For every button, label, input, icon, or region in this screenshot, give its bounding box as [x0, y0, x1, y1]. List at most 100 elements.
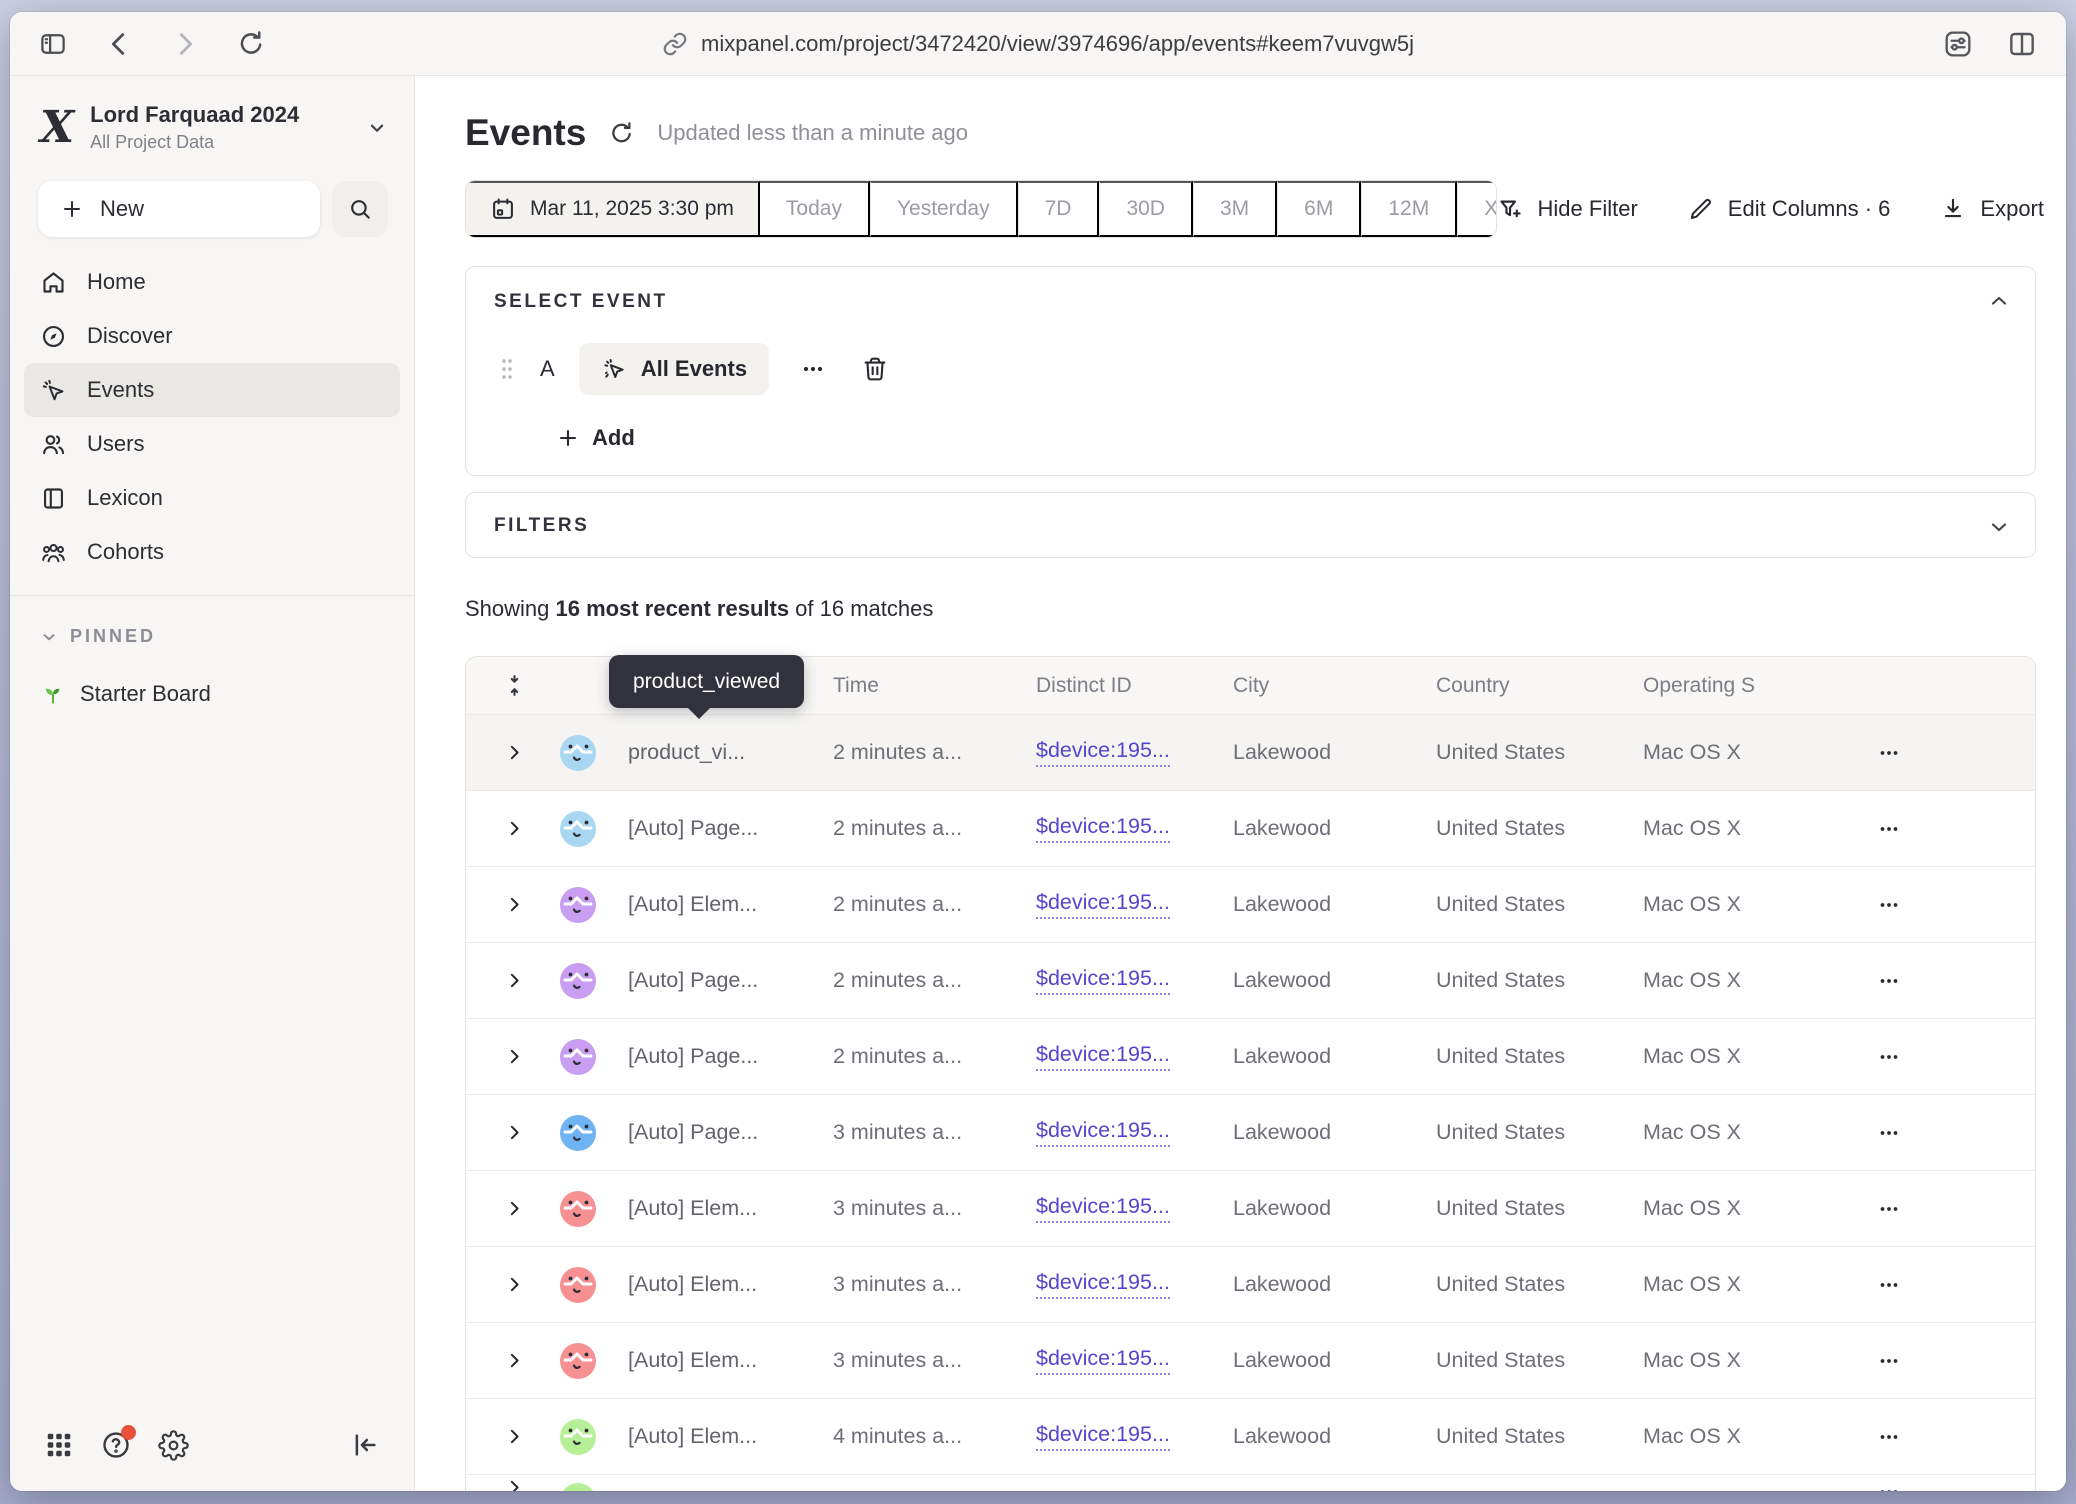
row-more-options-icon[interactable] [1872, 812, 1906, 846]
expand-row-chevron-icon[interactable] [502, 968, 528, 993]
sidebar-item-cohorts[interactable]: Cohorts [24, 525, 400, 579]
col-header-os[interactable]: Operating S [1643, 674, 1868, 698]
row-more-options-icon[interactable] [1872, 1475, 1906, 1491]
row-more-options-icon[interactable] [1872, 1116, 1906, 1150]
expand-row-chevron-icon[interactable] [502, 740, 528, 765]
notification-dot [121, 1425, 136, 1440]
sidebar-item-events[interactable]: Events [24, 363, 400, 417]
range-button-xtd[interactable]: XTD [1457, 181, 1496, 237]
expand-row-chevron-icon[interactable] [502, 1348, 528, 1373]
table-row[interactable]: [Auto] Page... 3 minutes a... $device:19… [466, 1095, 2035, 1171]
cell-distinct-id-link[interactable]: $device:195... [1036, 1042, 1170, 1071]
edit-columns-button[interactable]: Edit Columns · 6 [1688, 196, 1891, 222]
expand-row-chevron-icon[interactable] [502, 892, 528, 917]
event-more-options-icon[interactable] [799, 355, 827, 383]
range-button[interactable]: 6M [1277, 181, 1361, 237]
table-row[interactable]: [Auto] Page... 2 minutes a... $device:19… [466, 1019, 2035, 1095]
range-button[interactable]: 12M [1361, 181, 1457, 237]
sidebar-item-starter-board[interactable]: Starter Board [40, 681, 400, 707]
table-row[interactable]: [Auto] Page... 2 minutes a... $device:19… [466, 791, 2035, 867]
refresh-icon[interactable] [608, 120, 635, 147]
browser-extensions-icon[interactable] [1942, 28, 1974, 60]
expand-row-chevron-icon[interactable] [502, 816, 528, 841]
cell-distinct-id-link[interactable]: $device:195... [1036, 814, 1170, 843]
pinned-section-toggle[interactable]: PINNED [40, 626, 400, 647]
browser-reload-icon[interactable] [236, 29, 266, 59]
cell-time: 2 minutes a... [833, 740, 1036, 765]
col-header-country[interactable]: Country [1436, 674, 1643, 698]
row-more-options-icon[interactable] [1872, 736, 1906, 770]
row-more-options-icon[interactable] [1872, 1344, 1906, 1378]
event-selector-chip[interactable]: All Events [579, 343, 769, 395]
collapse-panel-chevron-up-icon[interactable] [1987, 289, 2011, 313]
event-avatar [560, 1115, 596, 1151]
row-more-options-icon[interactable] [1872, 1420, 1906, 1454]
settings-gear-icon[interactable] [158, 1430, 189, 1461]
sidebar-item-home[interactable]: Home [24, 255, 400, 309]
collapse-sidebar-icon[interactable] [350, 1430, 380, 1460]
events-cursor-icon [601, 356, 627, 382]
table-row[interactable]: [Auto] Elem... 3 minutes a... $device:19… [466, 1323, 2035, 1399]
apps-grid-icon[interactable] [44, 1430, 74, 1460]
event-avatar [560, 887, 596, 923]
table-row[interactable]: [Auto] Page... 2 minutes a... $device:19… [466, 943, 2035, 1019]
sidebar-item-users[interactable]: Users [24, 417, 400, 471]
table-row[interactable]: product_vi... 2 minutes a... $device:195… [466, 715, 2035, 791]
col-header-time[interactable]: Time [833, 674, 1036, 698]
drag-handle-icon[interactable] [500, 356, 514, 382]
col-header-city[interactable]: City [1233, 674, 1436, 698]
browser-split-view-icon[interactable] [2006, 28, 2038, 60]
expand-panel-chevron-down-icon[interactable] [1987, 515, 2011, 539]
hide-filter-button[interactable]: Hide Filter [1497, 196, 1638, 223]
range-button[interactable]: 30D [1099, 181, 1193, 237]
cell-distinct-id-link[interactable]: $device:195... [1036, 1270, 1170, 1299]
project-switcher[interactable]: X Lord Farquaad 2024 All Project Data [40, 102, 388, 153]
browser-forward-icon[interactable] [170, 29, 200, 59]
sidebar-item-discover[interactable]: Discover [24, 309, 400, 363]
export-button[interactable]: Export [1940, 196, 2044, 222]
browser-back-icon[interactable] [104, 29, 134, 59]
cell-event-name: product_vi... [628, 740, 833, 765]
table-row[interactable]: [Auto] Elem... 2 minutes a... $device:19… [466, 867, 2035, 943]
cell-distinct-id-link[interactable]: $device:195... [1036, 966, 1170, 995]
col-header-distinct-id[interactable]: Distinct ID [1036, 674, 1233, 698]
expand-row-chevron-icon[interactable] [502, 1424, 528, 1449]
row-more-options-icon[interactable] [1872, 1268, 1906, 1302]
range-button[interactable]: Today [760, 181, 870, 237]
delete-event-trash-icon[interactable] [861, 355, 889, 383]
expand-row-chevron-icon[interactable] [502, 1272, 528, 1297]
table-row[interactable]: [Auto] Elem... 3 minutes a... $device:19… [466, 1171, 2035, 1247]
row-more-options-icon[interactable] [1872, 888, 1906, 922]
collapse-rows-icon[interactable] [502, 673, 560, 698]
date-picker-button[interactable]: Mar 11, 2025 3:30 pm [466, 181, 760, 237]
range-button[interactable]: Yesterday [870, 181, 1018, 237]
table-row[interactable] [466, 1475, 2035, 1491]
cell-distinct-id-link[interactable]: $device:195... [1036, 1422, 1170, 1451]
cell-distinct-id-link[interactable]: $device:195... [1036, 738, 1170, 767]
sidebar-item-label: Cohorts [87, 539, 164, 565]
range-button[interactable]: 7D [1018, 181, 1100, 237]
search-button[interactable] [332, 181, 388, 237]
cell-distinct-id-link[interactable]: $device:195... [1036, 890, 1170, 919]
row-more-options-icon[interactable] [1872, 1040, 1906, 1074]
expand-row-chevron-icon[interactable] [502, 1475, 528, 1491]
cell-distinct-id-link[interactable]: $device:195... [1036, 1118, 1170, 1147]
row-more-options-icon[interactable] [1872, 964, 1906, 998]
cell-distinct-id-link[interactable]: $device:195... [1036, 1194, 1170, 1223]
row-more-options-icon[interactable] [1872, 1192, 1906, 1226]
cell-time: 2 minutes a... [833, 892, 1036, 917]
expand-row-chevron-icon[interactable] [502, 1044, 528, 1069]
cell-event-name: [Auto] Page... [628, 968, 833, 993]
expand-row-chevron-icon[interactable] [502, 1120, 528, 1145]
new-button[interactable]: New [38, 181, 320, 237]
expand-row-chevron-icon[interactable] [502, 1196, 528, 1221]
cell-distinct-id-link[interactable]: $device:195... [1036, 1346, 1170, 1375]
browser-sidebar-toggle-icon[interactable] [38, 29, 68, 59]
range-button[interactable]: 3M [1193, 181, 1277, 237]
table-row[interactable]: [Auto] Elem... 4 minutes a... $device:19… [466, 1399, 2035, 1475]
add-event-button[interactable]: Add [556, 425, 635, 451]
table-row[interactable]: [Auto] Elem... 3 minutes a... $device:19… [466, 1247, 2035, 1323]
address-bar[interactable]: mixpanel.com/project/3472420/view/397469… [662, 31, 1414, 57]
sidebar-item-lexicon[interactable]: Lexicon [24, 471, 400, 525]
filter-plus-icon [1497, 196, 1524, 223]
